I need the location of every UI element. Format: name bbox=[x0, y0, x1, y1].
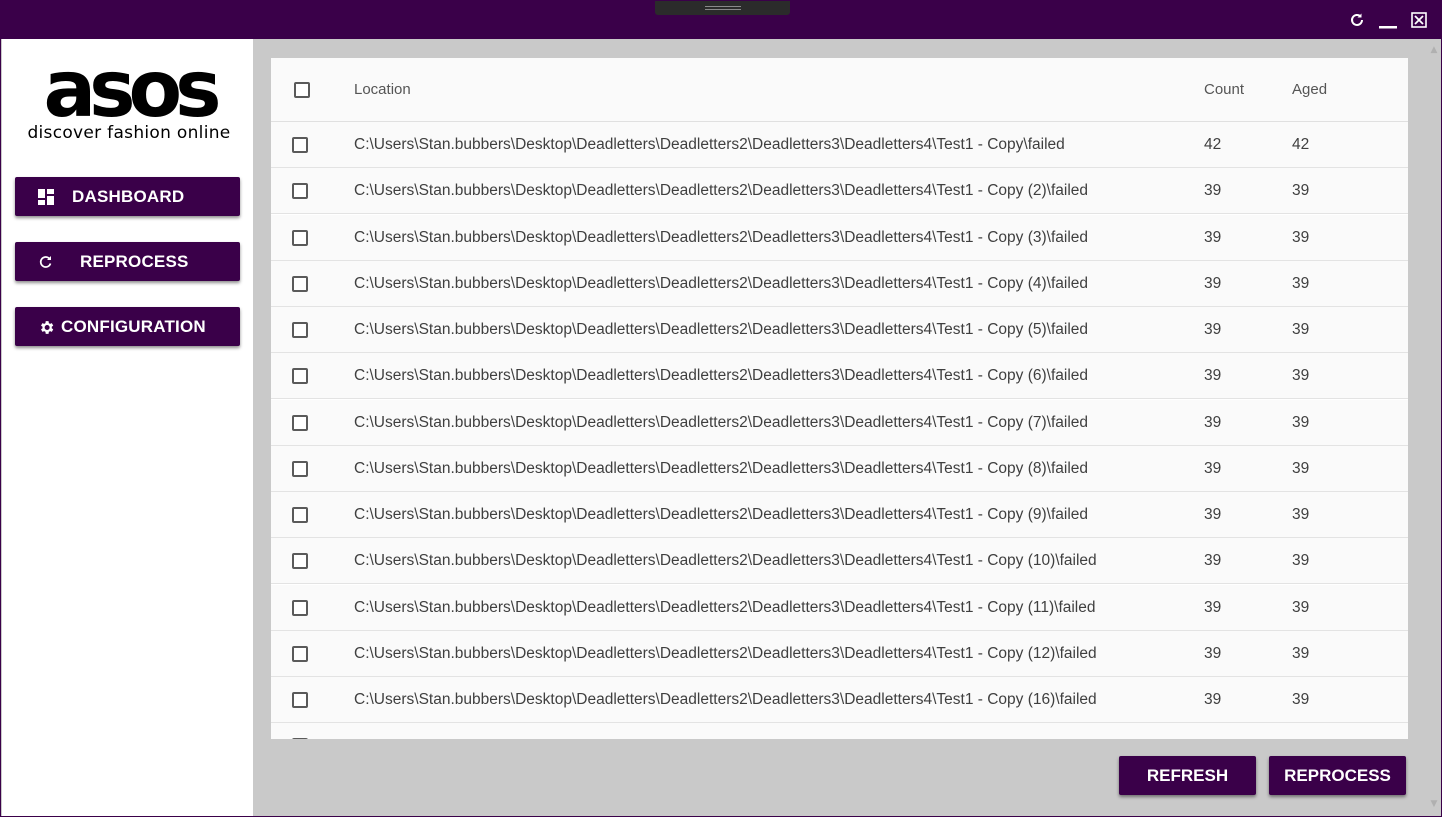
aged-cell: 39 bbox=[1292, 552, 1310, 570]
app-window: asos discover fashion online DASHBOARD R… bbox=[0, 0, 1442, 817]
row-checkbox[interactable] bbox=[292, 137, 308, 153]
aged-cell: 39 bbox=[1292, 459, 1310, 477]
location-cell: C:\Users\Stan.bubbers\Desktop\Deadletter… bbox=[354, 644, 1097, 662]
table-row[interactable]: C:\Users\Stan.bubbers\Desktop\Deadletter… bbox=[271, 492, 1408, 538]
location-cell: C:\Users\Stan.bubbers\Desktop\Deadletter… bbox=[354, 136, 1065, 153]
reprocess-button[interactable]: REPROCESS bbox=[1269, 756, 1406, 795]
scroll-up-icon[interactable]: ▲ bbox=[1429, 45, 1439, 55]
nav-reprocess-button[interactable]: REPROCESS bbox=[15, 242, 240, 281]
count-cell: 39 bbox=[1204, 367, 1222, 385]
title-bar[interactable] bbox=[1, 1, 1441, 39]
aged-cell: 39 bbox=[1292, 506, 1310, 523]
nav-configuration-label: CONFIGURATION bbox=[61, 317, 206, 336]
count-cell: 39 bbox=[1204, 413, 1222, 431]
aged-cell: 39 bbox=[1292, 367, 1310, 385]
aged-cell: 39 bbox=[1292, 182, 1310, 200]
count-cell: 39 bbox=[1204, 274, 1222, 292]
table-row[interactable]: C:\Users\Stan.bubbers\Desktop\Deadletter… bbox=[271, 538, 1408, 585]
scroll-down-icon[interactable]: ▼ bbox=[1429, 799, 1439, 809]
table-header: Location Count Aged bbox=[271, 58, 1408, 122]
count-cell: 39 bbox=[1204, 598, 1222, 616]
select-all-checkbox[interactable] bbox=[294, 82, 310, 98]
aged-cell: 42 bbox=[1292, 136, 1310, 153]
row-checkbox[interactable] bbox=[292, 507, 308, 523]
aged-cell: 39 bbox=[1292, 228, 1310, 246]
refresh-icon[interactable] bbox=[1346, 10, 1368, 30]
count-cell: 39 bbox=[1204, 459, 1222, 477]
row-checkbox[interactable] bbox=[292, 414, 308, 431]
aged-cell: 39 bbox=[1292, 644, 1310, 662]
table-row[interactable]: C:\Users\Stan.bubbers\Desktop\Deadletter… bbox=[271, 677, 1408, 723]
table-row[interactable]: C:\Users\Stan.bubbers\Desktop\Deadletter… bbox=[271, 168, 1408, 215]
table-row[interactable]: C:\Users\Stan.bubbers\Desktop\Deadletter… bbox=[271, 399, 1408, 446]
location-cell: C:\Users\Stan.bubbers\Desktop\Deadletter… bbox=[354, 413, 1089, 431]
gear-icon bbox=[37, 318, 55, 336]
table-row[interactable]: C:\Users\Stan.bubbers\Desktop\Deadletter… bbox=[271, 630, 1408, 677]
row-checkbox[interactable] bbox=[292, 460, 308, 477]
refresh-button[interactable]: REFRESH bbox=[1119, 756, 1256, 795]
nav-dashboard-label: DASHBOARD bbox=[72, 187, 185, 206]
location-cell: C:\Users\Stan.bubbers\Desktop\Deadletter… bbox=[354, 274, 1089, 292]
nav-reprocess-label: REPROCESS bbox=[80, 252, 189, 271]
table-row[interactable]: C:\Users\Stan.bubbers\Desktop\Deadletter… bbox=[271, 214, 1408, 261]
row-checkbox[interactable] bbox=[292, 553, 308, 570]
row-checkbox[interactable] bbox=[292, 645, 308, 662]
dashboard-grid-icon bbox=[37, 188, 55, 206]
reprocess-icon bbox=[37, 253, 55, 271]
row-checkbox[interactable] bbox=[292, 275, 308, 292]
count-cell: 39 bbox=[1204, 552, 1222, 570]
main-content: Location Count Aged C:\Users\Stan.bubber… bbox=[253, 39, 1441, 816]
row-checkbox[interactable] bbox=[292, 183, 308, 200]
location-cell: C:\Users\Stan.bubbers\Desktop\Deadletter… bbox=[354, 459, 1089, 477]
aged-cell: 39 bbox=[1292, 598, 1310, 616]
nav-dashboard-button[interactable]: DASHBOARD bbox=[15, 177, 240, 216]
count-cell: 39 bbox=[1204, 228, 1222, 246]
location-cell: C:\Users\Stan.bubbers\Desktop\Deadletter… bbox=[354, 598, 1096, 616]
location-cell: C:\Users\Stan.bubbers\Desktop\Deadletter… bbox=[354, 321, 1089, 338]
row-checkbox[interactable] bbox=[292, 599, 308, 616]
table-row[interactable]: C:\Users\Stan.bubbers\Desktop\Deadletter… bbox=[271, 353, 1408, 400]
count-cell: 39 bbox=[1204, 644, 1222, 662]
aged-cell: 39 bbox=[1292, 274, 1310, 292]
column-header-count[interactable]: Count bbox=[1204, 58, 1244, 122]
logo-wordmark: asos bbox=[43, 45, 221, 135]
sidebar: asos discover fashion online DASHBOARD R… bbox=[2, 39, 253, 816]
logo-tagline: discover fashion online bbox=[27, 123, 231, 143]
close-icon[interactable] bbox=[1408, 10, 1430, 30]
row-checkbox[interactable] bbox=[292, 738, 308, 739]
location-cell: C:\Users\Stan.bubbers\Desktop\Deadletter… bbox=[354, 691, 1097, 708]
column-header-location[interactable]: Location bbox=[354, 58, 411, 122]
location-cell: C:\Users\Stan.bubbers\Desktop\Deadletter… bbox=[354, 506, 1089, 523]
row-checkbox[interactable] bbox=[292, 229, 308, 246]
row-checkbox[interactable] bbox=[292, 368, 308, 385]
row-checkbox[interactable] bbox=[292, 692, 308, 708]
count-cell: 39 bbox=[1204, 321, 1222, 338]
nav-configuration-button[interactable]: CONFIGURATION bbox=[15, 307, 240, 346]
table-row-partial[interactable] bbox=[271, 723, 1408, 739]
drag-handle[interactable] bbox=[655, 1, 790, 15]
table-row[interactable]: C:\Users\Stan.bubbers\Desktop\Deadletter… bbox=[271, 445, 1408, 492]
count-cell: 39 bbox=[1204, 691, 1222, 708]
asos-logo: asos discover fashion online bbox=[19, 45, 239, 145]
table-row[interactable]: C:\Users\Stan.bubbers\Desktop\Deadletter… bbox=[271, 260, 1408, 307]
count-cell: 42 bbox=[1204, 136, 1222, 153]
count-cell: 39 bbox=[1204, 506, 1222, 523]
aged-cell: 39 bbox=[1292, 691, 1310, 708]
location-cell: C:\Users\Stan.bubbers\Desktop\Deadletter… bbox=[354, 367, 1089, 385]
row-checkbox[interactable] bbox=[292, 322, 308, 338]
minimize-icon[interactable] bbox=[1377, 10, 1399, 30]
aged-cell: 39 bbox=[1292, 413, 1310, 431]
location-cell: C:\Users\Stan.bubbers\Desktop\Deadletter… bbox=[354, 552, 1097, 570]
column-header-aged[interactable]: Aged bbox=[1292, 58, 1327, 122]
location-cell: C:\Users\Stan.bubbers\Desktop\Deadletter… bbox=[354, 228, 1089, 246]
failed-locations-table: Location Count Aged C:\Users\Stan.bubber… bbox=[271, 58, 1408, 739]
table-row[interactable]: C:\Users\Stan.bubbers\Desktop\Deadletter… bbox=[271, 307, 1408, 353]
count-cell: 39 bbox=[1204, 182, 1222, 200]
table-row[interactable]: C:\Users\Stan.bubbers\Desktop\Deadletter… bbox=[271, 584, 1408, 631]
table-row[interactable]: C:\Users\Stan.bubbers\Desktop\Deadletter… bbox=[271, 122, 1408, 168]
location-cell: C:\Users\Stan.bubbers\Desktop\Deadletter… bbox=[354, 182, 1089, 200]
aged-cell: 39 bbox=[1292, 321, 1310, 338]
